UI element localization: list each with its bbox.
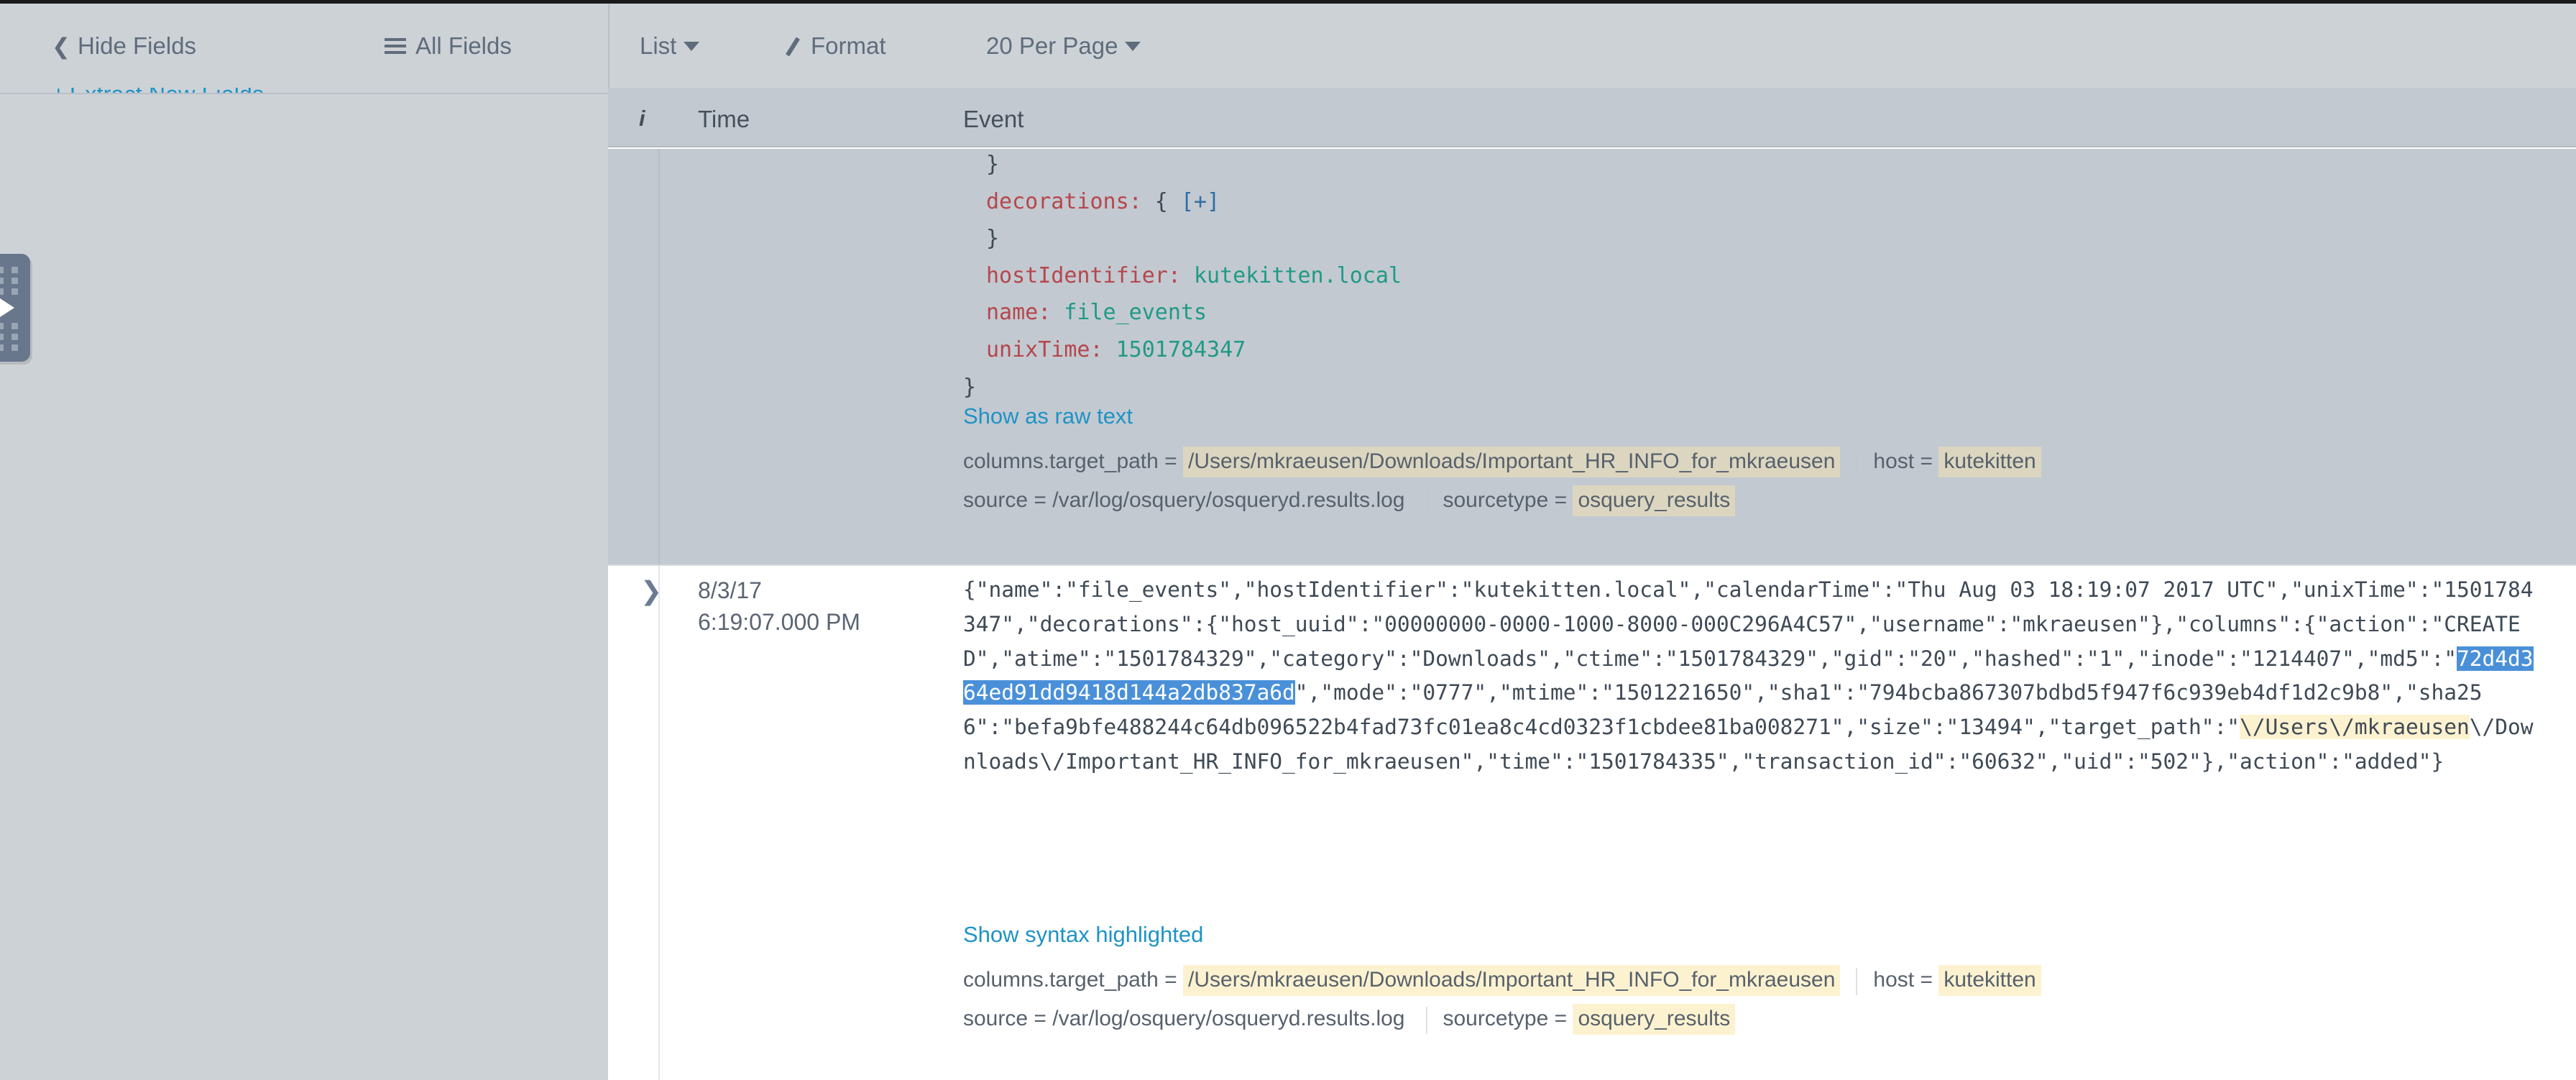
table-row[interactable]: } decorations: { [+]} hostIdentifier: kute… — [608, 149, 2576, 564]
splunk-search-results-page: +Extract New Fields i Time Event } decora… — [0, 0, 2576, 1080]
format-button[interactable]: Format — [783, 32, 886, 60]
results-toolbar: ❮ Hide Fields All Fields List Format 20 P… — [0, 4, 2576, 88]
field-tag[interactable]: sourcetype = osquery_results — [1443, 1004, 1736, 1035]
json-punct — [1051, 300, 1064, 325]
json-punct: } — [986, 152, 1000, 177]
json-key: hostIdentifier: — [986, 262, 1181, 288]
json-punct: [+] — [1180, 188, 1220, 214]
field-tag-key: source = — [963, 1007, 1053, 1030]
field-tag-row: columns.target_path = /Users/mkraeusen/D… — [963, 965, 2041, 997]
tag-divider — [1856, 968, 1858, 995]
field-tag-row: source = /var/log/osquery/osqueryd.resul… — [963, 485, 1736, 517]
json-line: hostIdentifier: kutekitten.local — [963, 257, 2537, 295]
per-page-label: 20 Per Page — [986, 32, 1118, 59]
field-tag-value: kutekitten — [1938, 965, 2041, 996]
field-tag-value: osquery_results — [1573, 485, 1736, 516]
play-triangle-icon — [0, 298, 14, 317]
json-key: name: — [986, 300, 1052, 326]
field-tag-value: /var/log/osquery/osqueryd.results.log — [1052, 488, 1405, 512]
chevron-left-icon: ❮ — [52, 34, 70, 59]
field-tag[interactable]: source = /var/log/osquery/osqueryd.resul… — [963, 1007, 1410, 1031]
toggle-format-link[interactable]: Show as raw text — [963, 403, 1133, 429]
field-tag-row: columns.target_path = /Users/mkraeusen/D… — [963, 447, 2041, 478]
fields-sidebar: +Extract New Fields — [0, 4, 608, 1080]
highlighted-path-term: \/Users\/mkraeusen — [2240, 715, 2470, 740]
caret-down-icon — [1125, 42, 1141, 51]
field-tag[interactable]: columns.target_path = /Users/mkraeusen/D… — [963, 965, 1841, 996]
list-lines-icon — [385, 37, 406, 56]
field-tag-key: host = — [1873, 449, 1939, 473]
json-line: decorations: { [+] — [963, 183, 2537, 221]
all-fields-label: All Fields — [415, 32, 512, 59]
json-line: } — [963, 220, 2537, 257]
json-punct: } — [963, 374, 977, 400]
column-header-event[interactable]: Event — [963, 106, 1024, 133]
field-tag[interactable]: source = /var/log/osquery/osqueryd.resul… — [963, 488, 1410, 513]
event-json-syntax: } decorations: { [+]} hostIdentifier: kute… — [963, 146, 2537, 406]
json-punct: } — [986, 226, 1000, 252]
chevron-right-icon[interactable]: ❯ — [640, 576, 662, 606]
field-tag-row: source = /var/log/osquery/osqueryd.resul… — [963, 1004, 1736, 1035]
json-punct — [1103, 337, 1116, 362]
json-key: unixTime: — [986, 337, 1103, 362]
json-line: } — [963, 146, 2537, 183]
json-line: name: file_events — [963, 294, 2537, 331]
event-raw-text[interactable]: {"name":"file_events","hostIdentifier":"… — [963, 573, 2537, 779]
event-time: 6:19:07.000 PM — [698, 609, 860, 636]
field-tag-value: /Users/mkraeusen/Downloads/Important_HR_… — [1183, 965, 1841, 996]
raw-text-segment: {"name":"file_events","hostIdentifier":"… — [963, 577, 2534, 671]
json-line: } — [963, 369, 2537, 406]
json-value: file_events — [1064, 300, 1208, 326]
pencil-icon — [783, 37, 802, 57]
field-tag[interactable]: host = kutekitten — [1873, 447, 2041, 477]
column-rule — [658, 149, 660, 564]
field-tag[interactable]: host = kutekitten — [1873, 965, 2041, 996]
table-row[interactable]: ❯ 8/3/17 6:19:07.000 PM {"name":"file_event… — [608, 566, 2576, 1080]
json-punct — [1181, 263, 1194, 288]
column-rule — [658, 566, 660, 1080]
grip-dots-bottom — [0, 323, 19, 351]
hide-fields-button[interactable]: ❮ Hide Fields — [52, 32, 196, 60]
per-page-dropdown[interactable]: 20 Per Page — [986, 32, 1141, 60]
tag-divider — [1425, 1007, 1427, 1034]
json-line: unixTime: 1501784347 — [963, 331, 2537, 369]
expand-panel-handle[interactable] — [0, 254, 30, 362]
json-key: decorations: — [986, 188, 1142, 214]
field-tag-key: columns.target_path = — [963, 968, 1184, 992]
list-view-label: List — [640, 32, 677, 59]
json-value: kutekitten.local — [1194, 262, 1402, 288]
field-tag-key: source = — [963, 488, 1053, 512]
json-punct: { — [1141, 188, 1181, 214]
field-tag[interactable]: sourcetype = osquery_results — [1443, 485, 1736, 516]
toggle-format-link[interactable]: Show syntax highlighted — [963, 922, 1203, 948]
format-label: Format — [811, 32, 886, 59]
field-tag[interactable]: columns.target_path = /Users/mkraeusen/D… — [963, 447, 1841, 477]
event-date: 8/3/17 — [698, 577, 762, 603]
toolbar-separator — [608, 4, 610, 88]
column-header-info[interactable]: i — [639, 106, 645, 132]
field-tag-value: /Users/mkraeusen/Downloads/Important_HR_… — [1183, 447, 1841, 477]
field-tag-key: sourcetype = — [1443, 488, 1573, 512]
caret-down-icon — [684, 42, 700, 51]
field-tag-value: osquery_results — [1573, 1004, 1736, 1035]
events-table-header: i Time Event — [608, 88, 2576, 147]
hide-fields-label: Hide Fields — [77, 32, 197, 59]
column-header-time[interactable]: Time — [698, 106, 750, 133]
grip-dots-top — [0, 267, 19, 295]
field-tag-key: columns.target_path = — [963, 449, 1184, 473]
tag-divider — [1856, 449, 1858, 477]
json-value: 1501784347 — [1116, 337, 1246, 362]
events-list: i Time Event } decorations: { [+]} hostIde… — [608, 4, 2576, 1080]
event-timestamp: 8/3/17 6:19:07.000 PM — [698, 575, 860, 638]
field-tag-value: kutekitten — [1938, 447, 2041, 477]
field-tag-key: sourcetype = — [1443, 1007, 1573, 1030]
tag-divider — [1425, 488, 1427, 516]
field-tag-value: /var/log/osquery/osqueryd.results.log — [1052, 1007, 1405, 1030]
field-tag-key: host = — [1873, 968, 1939, 992]
list-view-dropdown[interactable]: List — [640, 32, 700, 60]
sidebar-body — [0, 94, 608, 1080]
all-fields-button[interactable]: All Fields — [385, 32, 512, 60]
